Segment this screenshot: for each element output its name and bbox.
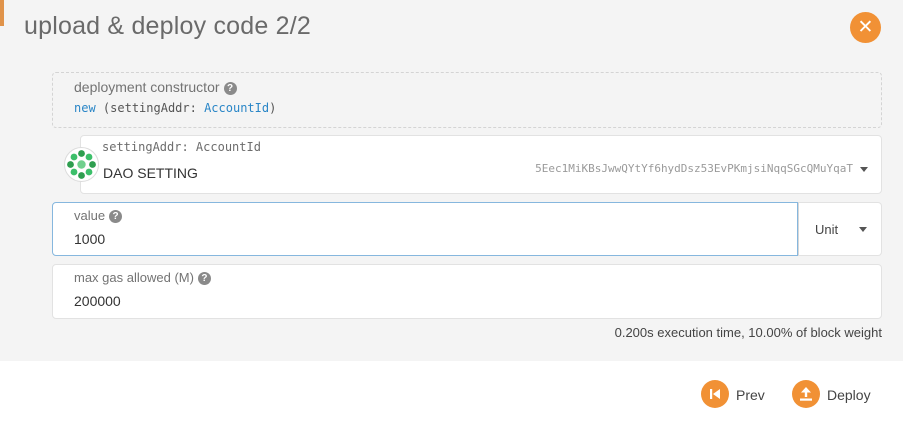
prev-label: Prev	[736, 387, 765, 403]
constructor-close: )	[269, 101, 277, 115]
chevron-down-icon[interactable]	[860, 167, 868, 172]
question-icon[interactable]: ?	[197, 272, 211, 285]
account-address: 5Eec1MiKBsJwwQYtYf6hydDsz53EvPKmjsiNqqSG…	[535, 162, 853, 175]
modal-title: upload & deploy code 2/2	[24, 12, 311, 40]
deployment-constructor-box: deployment constructor? new (settingAddr…	[52, 72, 882, 128]
close-icon: ✕	[857, 17, 874, 38]
constructor-signature: new (settingAddr: AccountId)	[74, 101, 276, 115]
constructor-params: (settingAddr:	[102, 101, 205, 115]
value-field-value[interactable]: 1000	[74, 231, 105, 247]
value-input[interactable]: value? 1000	[52, 202, 798, 256]
max-gas-value[interactable]: 200000	[74, 293, 121, 309]
upload-icon	[792, 380, 820, 408]
constructor-keyword: new	[74, 101, 96, 115]
account-field-label: settingAddr: AccountId	[102, 140, 261, 154]
deploy-label: Deploy	[827, 387, 871, 403]
close-button[interactable]: ✕	[850, 12, 881, 43]
constructor-label: deployment constructor	[74, 79, 220, 95]
value-label: value	[74, 208, 106, 223]
unit-dropdown[interactable]: Unit	[798, 202, 882, 256]
constructor-param-type: AccountId	[204, 101, 270, 115]
question-icon[interactable]: ?	[109, 210, 123, 223]
max-gas-input[interactable]: max gas allowed (M)? 200000	[52, 264, 882, 319]
deploy-button[interactable]: Deploy	[792, 380, 882, 408]
unit-label: Unit	[815, 222, 839, 237]
prev-button[interactable]: Prev	[701, 380, 771, 408]
account-selector[interactable]: settingAddr: AccountId DAO SETTING 5Eec1…	[80, 135, 882, 194]
identicon	[64, 147, 99, 182]
execution-info: 0.200s execution time, 10.00% of block w…	[614, 325, 882, 340]
max-gas-label: max gas allowed (M)	[74, 270, 194, 285]
modal-header: upload & deploy code 2/2 ✕	[4, 0, 903, 58]
skip-back-icon	[701, 380, 729, 408]
question-icon[interactable]: ?	[223, 82, 237, 95]
chevron-down-icon[interactable]	[859, 227, 867, 232]
modal-footer: Prev Deploy	[0, 361, 903, 427]
account-name: DAO SETTING	[103, 165, 198, 181]
